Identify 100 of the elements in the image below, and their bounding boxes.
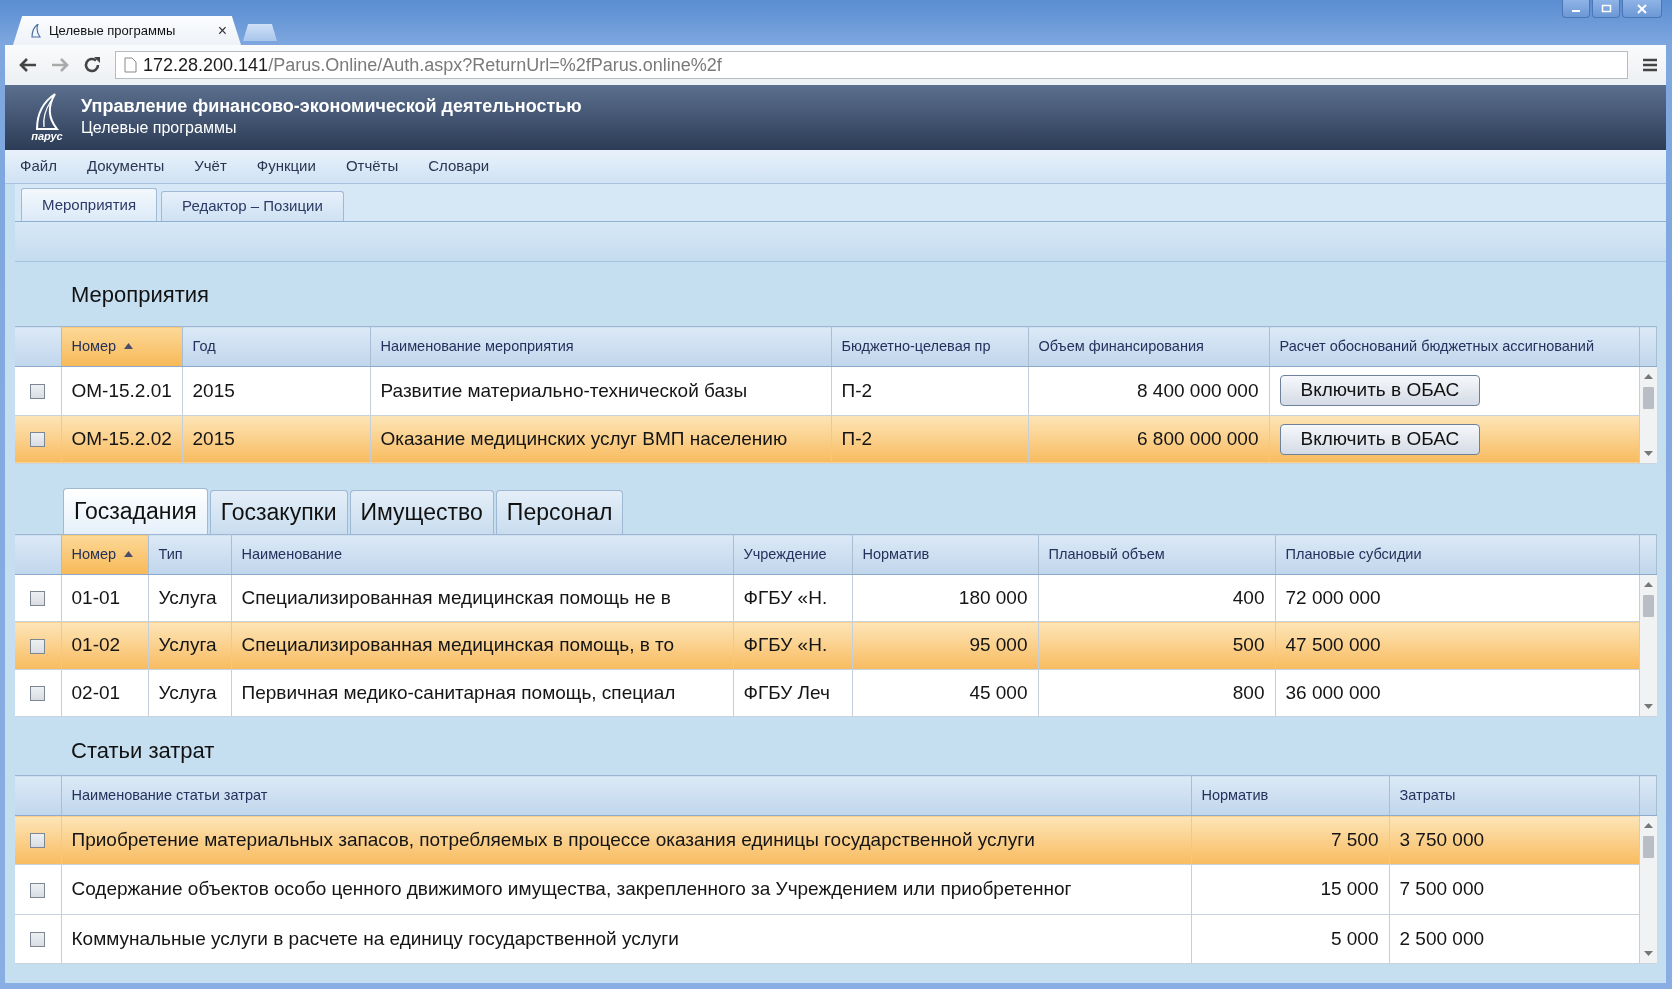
table-cell: Развитие материально-технической базы xyxy=(370,366,831,415)
app-subtitle: Целевые программы xyxy=(81,118,238,139)
sort-ascending-icon xyxy=(124,550,134,557)
sort-ascending-icon xyxy=(124,342,134,349)
browser-tab[interactable]: Целевые программы × xyxy=(13,16,241,45)
table-cell: ФГБУ «Н. xyxy=(733,621,852,670)
table-cell: 800 xyxy=(1038,669,1275,717)
column-header[interactable]: Номер xyxy=(61,326,182,367)
column-header[interactable]: Затраты xyxy=(1389,775,1639,816)
checkbox[interactable] xyxy=(30,833,46,849)
table-cell: 500 xyxy=(1038,621,1275,670)
tab[interactable]: Мероприятия xyxy=(21,188,158,221)
column-header[interactable]: Наименование статьи затрат xyxy=(61,775,1191,816)
table-cell: 15 000 xyxy=(1191,864,1389,915)
table-cell: 72 000 000 xyxy=(1275,574,1639,622)
table-cell: 01-01 xyxy=(61,574,148,622)
column-header[interactable]: Норматив xyxy=(852,534,1038,575)
table-cell: 180 000 xyxy=(852,574,1038,622)
page-icon xyxy=(124,57,137,73)
url-text: 172.28.200.141/Parus.Online/Auth.aspx?ReturnUrl=%2fParus.online%2f xyxy=(143,53,722,77)
menu-item[interactable]: Отчёты xyxy=(345,155,399,178)
close-button[interactable] xyxy=(1622,0,1662,18)
table-cell: 8 400 000 000 xyxy=(1028,366,1269,415)
address-bar[interactable]: 172.28.200.141/Parus.Online/Auth.aspx?ReturnUrl=%2fParus.online%2f xyxy=(115,51,1628,79)
table-cell: Оказание медицинских услуг ВМП населению xyxy=(370,415,831,464)
table-cell: 95 000 xyxy=(852,621,1038,670)
section-title: Мероприятия xyxy=(70,280,209,309)
column-header[interactable]: Наименование xyxy=(231,534,733,575)
table-cell: 2 500 000 xyxy=(1389,914,1639,964)
table-cell: 01-02 xyxy=(61,621,148,670)
table-cell: 47 500 000 xyxy=(1275,621,1639,670)
menu-item[interactable]: Функции xyxy=(256,155,316,178)
menu-icon[interactable] xyxy=(1642,58,1658,72)
menu-item[interactable]: Учёт xyxy=(194,155,227,178)
column-header[interactable]: Бюджетно-целевая пр xyxy=(831,326,1028,367)
include-button[interactable]: Включить в ОБАС xyxy=(1279,375,1481,407)
table-cell: 36 000 000 xyxy=(1275,669,1639,717)
tab[interactable]: Госзакупки xyxy=(209,490,348,534)
sail-icon xyxy=(31,23,41,38)
back-icon[interactable] xyxy=(19,57,37,73)
table-cell: 6 800 000 000 xyxy=(1028,415,1269,464)
column-header[interactable]: Расчет обоснований бюджетных ассигнований xyxy=(1269,326,1639,367)
tab[interactable]: Госзадания xyxy=(63,488,208,534)
checkbox[interactable] xyxy=(30,432,46,448)
logo-text: парус xyxy=(31,131,63,142)
table-cell: Специализированная медицинская помощь, в то xyxy=(231,621,733,670)
table-cell: 7 500 000 xyxy=(1389,864,1639,915)
tab-close-button[interactable]: × xyxy=(217,22,227,39)
table-cell: ОМ-15.2.02 xyxy=(61,415,182,464)
checkbox[interactable] xyxy=(30,384,46,399)
table-cell: Услуга xyxy=(148,669,231,717)
checkbox[interactable] xyxy=(30,638,46,654)
tab[interactable]: Персонал xyxy=(495,490,624,534)
table-cell: 2015 xyxy=(182,415,370,464)
forward-icon[interactable] xyxy=(51,57,69,73)
table-cell: Услуга xyxy=(148,621,231,670)
menu-item[interactable]: Словари xyxy=(428,155,490,178)
table-cell: П-2 xyxy=(831,415,1028,464)
table-cell: 3 750 000 xyxy=(1389,815,1639,865)
table-cell: Коммунальные услуги в расчете на единицу государственной услуги xyxy=(61,914,1191,964)
section-title: Статьи затрат xyxy=(70,736,215,765)
table-cell: 5 000 xyxy=(1191,914,1389,964)
sail-icon xyxy=(33,93,61,131)
new-tab-button[interactable] xyxy=(243,24,277,41)
checkbox[interactable] xyxy=(30,591,46,607)
menu-item[interactable]: Документы xyxy=(86,155,165,178)
reload-icon[interactable] xyxy=(83,56,101,74)
checkbox[interactable] xyxy=(30,932,46,948)
column-header[interactable]: Год xyxy=(182,326,370,367)
table-cell: ФГБУ Леч xyxy=(733,669,852,717)
table-cell: ОМ-15.2.01 xyxy=(61,366,182,415)
table-cell: ФГБУ «Н. xyxy=(733,574,852,622)
table-cell: 400 xyxy=(1038,574,1275,622)
table-cell: Услуга xyxy=(148,574,231,622)
column-header[interactable]: Объем финансирования xyxy=(1028,326,1269,367)
maximize-icon xyxy=(1600,4,1612,13)
column-header[interactable]: Норматив xyxy=(1191,775,1389,816)
minimize-button[interactable] xyxy=(1562,0,1590,18)
table-cell: 2015 xyxy=(182,366,370,415)
column-header[interactable]: Номер xyxy=(61,534,148,575)
checkbox[interactable] xyxy=(30,686,46,702)
maximize-button[interactable] xyxy=(1592,0,1620,18)
checkbox[interactable] xyxy=(30,882,46,898)
column-header[interactable]: Учреждение xyxy=(733,534,852,575)
table-cell: 7 500 xyxy=(1191,815,1389,865)
table-cell: П-2 xyxy=(831,366,1028,415)
table-cell: 45 000 xyxy=(852,669,1038,717)
tab[interactable]: Редактор – Позиции xyxy=(161,191,344,221)
app-title: Управление финансово-экономической деятельностью xyxy=(81,95,582,118)
table-cell: Приобретение материальных запасов, потребляемых в процессе оказания единицы государственной услуги xyxy=(61,815,1191,865)
tab-title: Целевые программы xyxy=(49,21,177,40)
tab[interactable]: Имущество xyxy=(349,490,494,534)
close-icon xyxy=(1637,3,1647,14)
column-header[interactable]: Тип xyxy=(148,534,231,575)
column-header[interactable]: Наименование мероприятия xyxy=(370,326,831,367)
include-button[interactable]: Включить в ОБАС xyxy=(1279,423,1481,455)
column-header[interactable]: Плановый объем xyxy=(1038,534,1275,575)
table-cell: 02-01 xyxy=(61,669,148,717)
menu-item[interactable]: Файл xyxy=(20,155,57,178)
column-header[interactable]: Плановые субсидии xyxy=(1275,534,1639,575)
